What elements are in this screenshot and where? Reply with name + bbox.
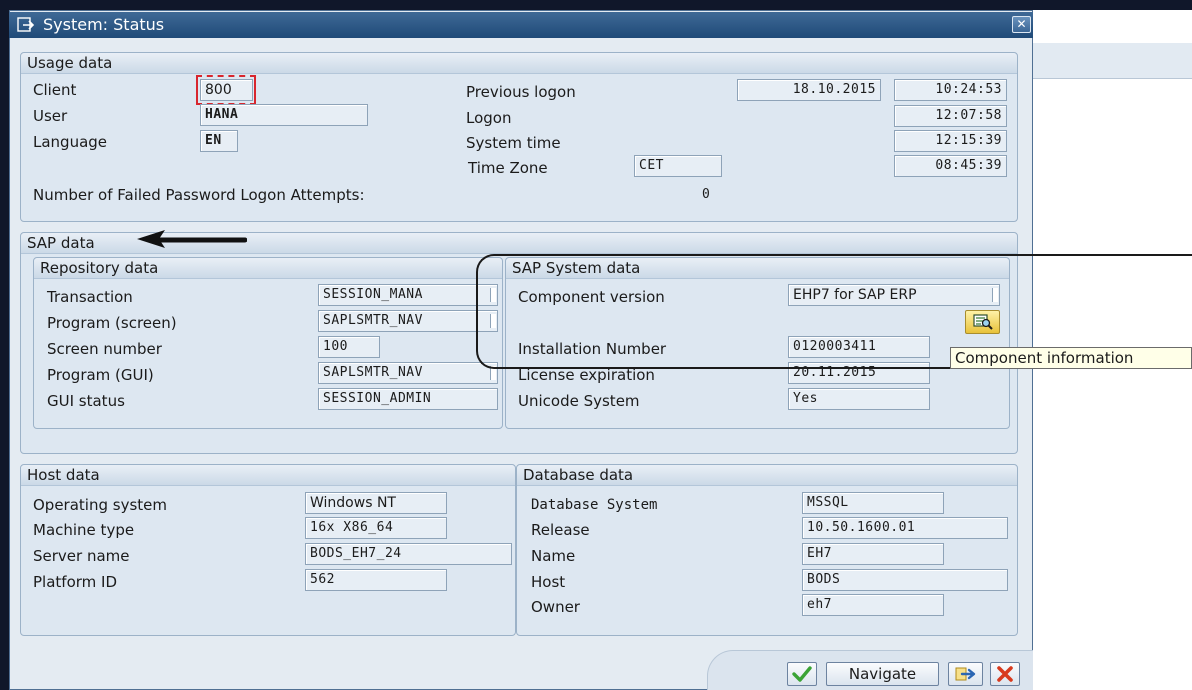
cancel-button[interactable] [990,662,1020,686]
transaction-field[interactable]: SESSION_MANA [318,284,498,306]
system-time-field[interactable]: 12:15:39 [894,130,1007,152]
client-label: Client [33,81,77,99]
navigate-button[interactable]: Navigate [826,662,939,686]
machine-type-field[interactable]: 16x X86_64 [305,517,447,539]
screen-number-field[interactable]: 100 [318,336,380,358]
owner-field[interactable]: eh7 [802,594,944,616]
component-info-tooltip: Component information [950,347,1192,369]
system-time-label: System time [466,134,561,152]
dialog-window-icon [17,17,35,32]
time-zone-time-field[interactable]: 08:45:39 [894,155,1007,177]
program-screen-label: Program (screen) [47,314,177,332]
repository-data-header: Repository data [34,258,502,279]
platform-id-field[interactable]: 562 [305,569,447,591]
database-system-field[interactable]: MSSQL [802,492,944,514]
close-button[interactable]: ✕ [1012,16,1031,33]
machine-type-label: Machine type [33,521,135,539]
logon-label: Logon [466,109,512,127]
time-zone-label: Time Zone [468,159,548,177]
background-toolbar [1030,43,1192,79]
database-system-label: Database System [531,497,658,513]
transfer-button[interactable] [948,662,983,686]
checkmark-icon [792,666,812,682]
owner-label: Owner [531,598,580,616]
database-data-header: Database data [517,465,1017,486]
time-zone-field[interactable]: CET [634,155,722,177]
database-name-label: Name [531,547,576,565]
release-label: Release [531,521,590,539]
host-data-header: Host data [21,465,515,486]
usage-data-header: Usage data [21,53,1017,74]
failed-attempts-value: 0 [702,187,710,202]
program-gui-field[interactable]: SAPLSMTR_NAV [318,362,498,384]
server-name-label: Server name [33,547,130,565]
unicode-system-field[interactable]: Yes [788,388,930,410]
program-gui-label: Program (GUI) [47,366,154,384]
platform-id-label: Platform ID [33,573,118,591]
previous-logon-date-field[interactable]: 18.10.2015 [737,79,881,101]
database-name-field[interactable]: EH7 [802,543,944,565]
language-field[interactable]: EN [200,130,238,152]
database-host-field[interactable]: BODS [802,569,1008,591]
transaction-label: Transaction [47,288,133,306]
operating-system-label: Operating system [33,496,167,514]
confirm-button[interactable] [787,662,817,686]
logon-time-field[interactable]: 12:07:58 [894,105,1007,127]
previous-logon-time-field[interactable]: 10:24:53 [894,79,1007,101]
previous-logon-label: Previous logon [466,83,576,101]
user-field[interactable]: HANA [200,104,368,126]
release-field[interactable]: 10.50.1600.01 [802,517,1008,539]
screen-number-label: Screen number [47,340,162,358]
arrow-annotation-icon [137,230,247,248]
client-highlight-marker [196,75,256,105]
dialog-title: System: Status [9,12,1033,38]
gui-status-field[interactable]: SESSION_ADMIN [318,388,498,410]
server-name-field[interactable]: BODS_EH7_24 [305,543,512,565]
window-frame-top [0,0,1192,10]
language-label: Language [33,133,108,151]
database-host-label: Host [531,573,566,591]
cancel-x-icon [997,666,1013,682]
operating-system-field[interactable]: Windows NT [305,492,447,514]
user-label: User [33,107,68,125]
transfer-arrow-icon [955,667,975,681]
unicode-system-label: Unicode System [518,392,640,410]
failed-attempts-label: Number of Failed Password Logon Attempts… [33,186,365,204]
program-screen-field[interactable]: SAPLSMTR_NAV [318,310,498,332]
gui-status-label: GUI status [47,392,125,410]
